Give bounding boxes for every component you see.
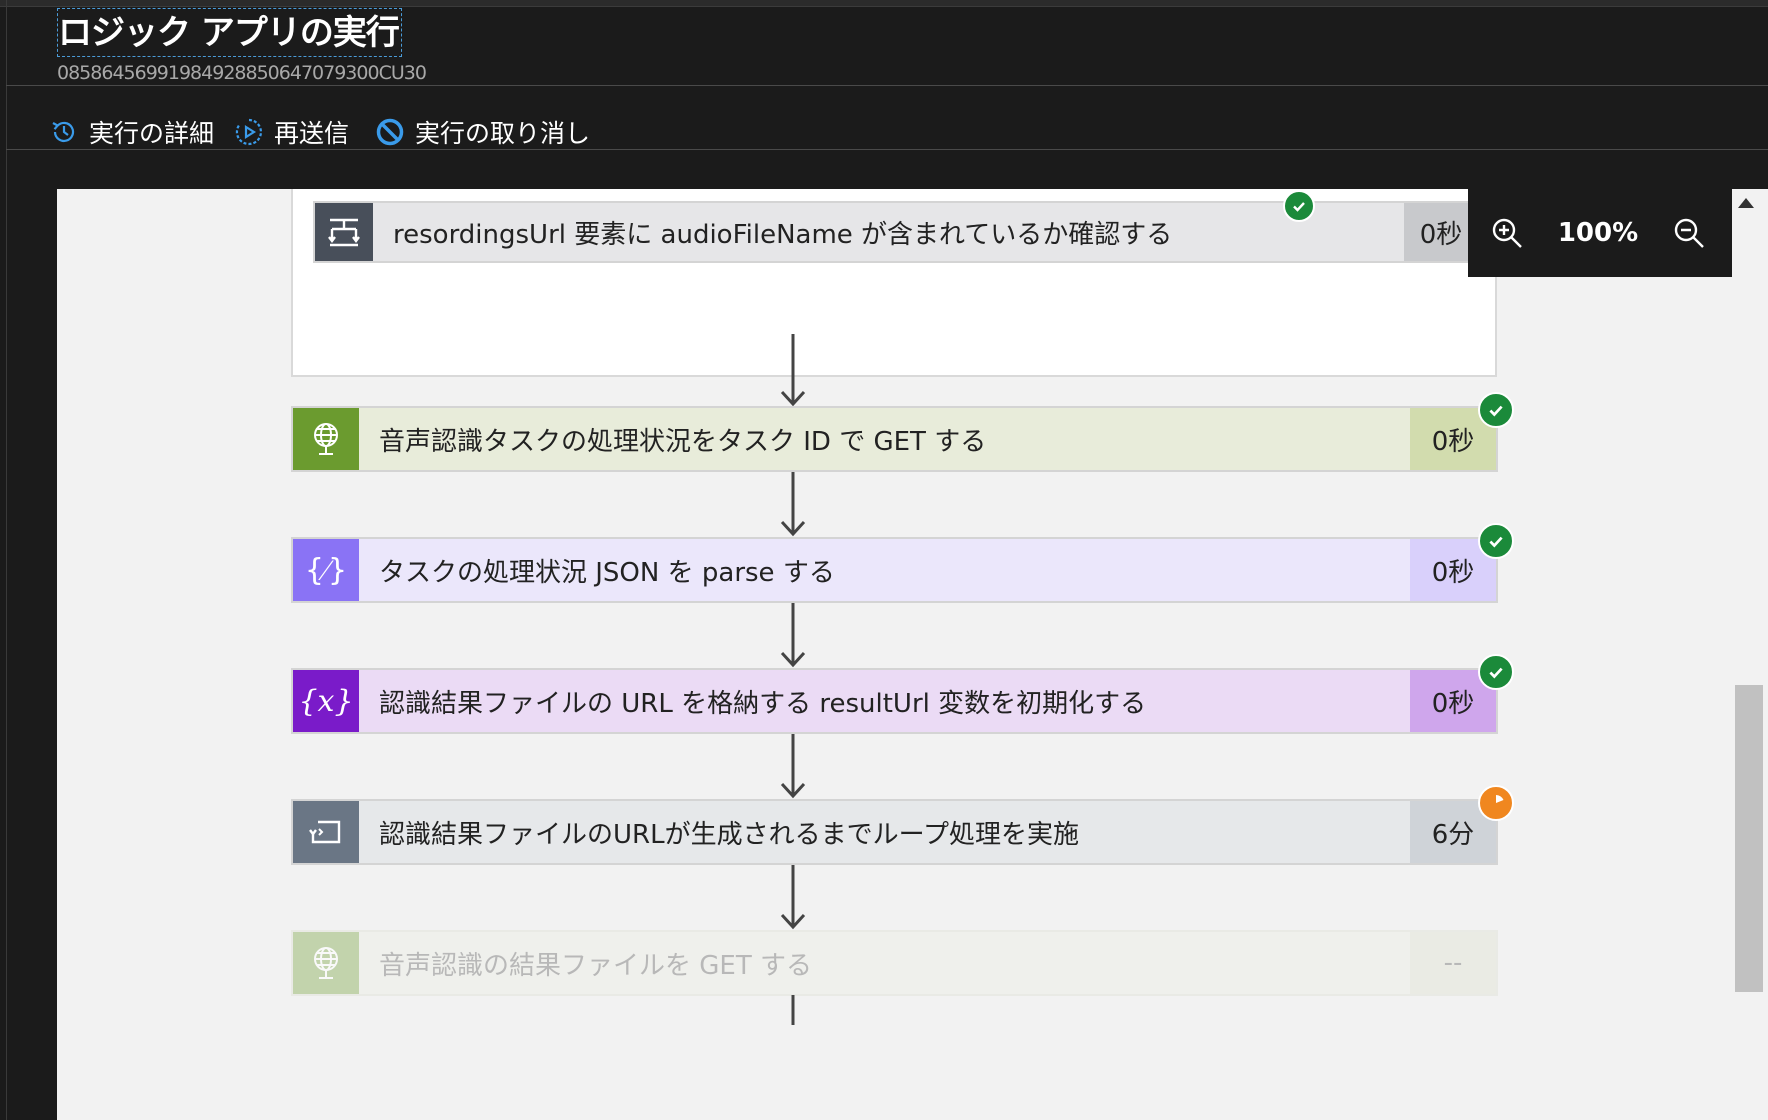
- variable-icon: {x}: [293, 670, 359, 732]
- zoom-out-icon: [1674, 218, 1704, 248]
- step-parse-json[interactable]: {⁄} タスクの処理状況 JSON を parse する 0秒: [291, 537, 1498, 603]
- step-until-loop[interactable]: 認識結果ファイルのURLが生成されるまでループ処理を実施 6分: [291, 799, 1498, 865]
- header-divider: [6, 85, 1768, 86]
- clock-running-icon: [1496, 794, 1504, 803]
- designer-canvas[interactable]: resordingsUrl 要素に audioFileName が含まれているか…: [57, 189, 1768, 1120]
- until-loop-icon: [293, 801, 359, 863]
- step-duration: --: [1410, 932, 1496, 994]
- window-top-edge: [0, 0, 1768, 7]
- zoom-in-icon: [1492, 218, 1522, 248]
- zoom-out-button[interactable]: [1650, 216, 1728, 250]
- resubmit-button[interactable]: 再送信: [234, 112, 349, 152]
- success-badge: [1478, 523, 1514, 559]
- connector-arrow: [780, 734, 806, 799]
- connector-arrow: [780, 472, 806, 537]
- left-rail: [0, 0, 7, 1120]
- connector-arrow: [780, 334, 806, 407]
- connector-line: [791, 995, 795, 1025]
- step-label: 認識結果ファイルのURLが生成されるまでループ処理を実施: [379, 819, 1080, 850]
- step-label: タスクの処理状況 JSON を parse する: [379, 557, 835, 588]
- page-title: ロジック アプリの実行: [58, 13, 400, 53]
- cancel-run-label: 実行の取り消し: [415, 119, 591, 148]
- connector-arrow: [780, 603, 806, 668]
- success-badge: [1478, 654, 1514, 690]
- step-label: 音声認識の結果ファイルを GET する: [379, 950, 812, 981]
- scroll-up-arrow[interactable]: [1738, 198, 1754, 208]
- scrollbar-thumb[interactable]: [1735, 685, 1763, 992]
- http-globe-icon: [293, 408, 359, 470]
- run-details-label: 実行の詳細: [89, 119, 215, 148]
- success-badge: [1283, 190, 1315, 222]
- step-duration: 0秒: [1404, 203, 1478, 261]
- run-details-button[interactable]: 実行の詳細: [49, 112, 214, 152]
- step-label: 認識結果ファイルの URL を格納する resultUrl 変数を初期化する: [379, 688, 1147, 719]
- zoom-in-button[interactable]: [1468, 216, 1546, 250]
- toolbar-divider: [6, 149, 1768, 150]
- http-globe-icon: [293, 932, 359, 994]
- cancel-run-button[interactable]: 実行の取り消し: [375, 112, 590, 152]
- data-operations-icon: {⁄}: [293, 539, 359, 601]
- step-http-get-result-file[interactable]: 音声認識の結果ファイルを GET する --: [291, 930, 1498, 996]
- condition-icon: [315, 203, 373, 261]
- zoom-level: 100%: [1557, 218, 1639, 248]
- zoom-control: 100%: [1468, 189, 1732, 277]
- step-init-variable[interactable]: {x} 認識結果ファイルの URL を格納する resultUrl 変数を初期化…: [291, 668, 1498, 734]
- running-badge: [1478, 785, 1514, 821]
- run-id: 08586456991984928850647079300CU30: [57, 62, 427, 84]
- resubmit-label: 再送信: [274, 119, 350, 148]
- resubmit-icon: [235, 118, 262, 146]
- step-label: 音声認識タスクの処理状況をタスク ID で GET する: [379, 426, 987, 457]
- step-http-get-status[interactable]: 音声認識タスクの処理状況をタスク ID で GET する 0秒: [291, 406, 1498, 472]
- page-title-container[interactable]: ロジック アプリの実行: [57, 8, 402, 57]
- connector-arrow: [780, 865, 806, 930]
- cancel-icon: [376, 118, 404, 146]
- history-icon: [52, 121, 75, 142]
- step-label: resordingsUrl 要素に audioFileName が含まれているか…: [393, 219, 1173, 250]
- success-badge: [1478, 392, 1514, 428]
